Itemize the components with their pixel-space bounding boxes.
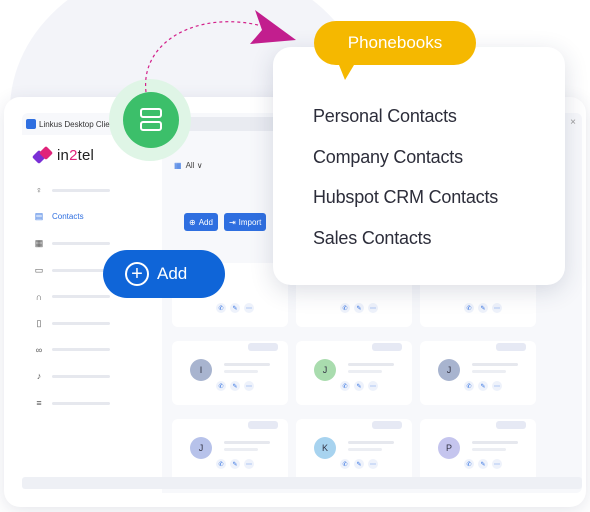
arrow-head-icon: [250, 10, 296, 44]
dashed-arrow: [145, 10, 296, 93]
promo-canvas: Linkus Desktop Client × in2tel ♀ ▤ Contac…: [0, 0, 590, 512]
